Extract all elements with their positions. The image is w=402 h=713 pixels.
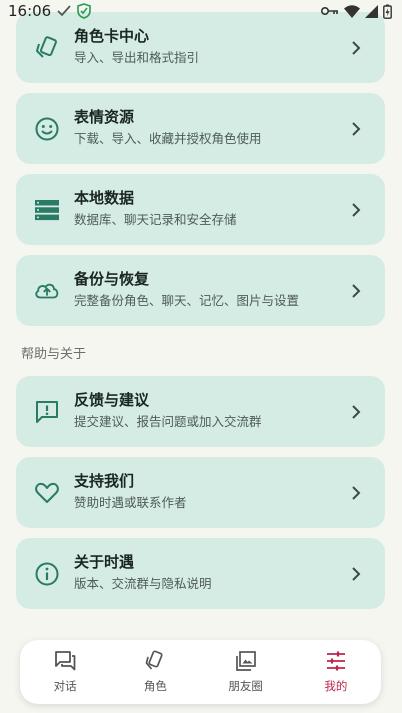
smile-icon — [34, 116, 60, 142]
card-role-center[interactable]: 角色卡中心 导入、导出和格式指引 — [16, 12, 385, 83]
info-icon — [34, 561, 60, 587]
card-title: 角色卡中心 — [74, 27, 150, 45]
card-subtitle: 赞助时遇或联系作者 — [74, 495, 187, 510]
feedback-icon — [34, 399, 60, 425]
nav-item-role[interactable]: 角色 — [110, 640, 200, 704]
card-title: 本地数据 — [74, 189, 135, 207]
chevron-right-icon — [352, 40, 361, 55]
chevron-right-icon — [352, 485, 361, 500]
battery-icon — [383, 4, 392, 19]
key-icon — [321, 7, 338, 15]
nav-item-mine[interactable]: 我的 — [291, 640, 381, 704]
wifi-icon — [344, 4, 360, 18]
cloud-upload-icon — [34, 278, 60, 304]
nav-label: 角色 — [143, 679, 167, 693]
settings-sliders-icon — [326, 651, 345, 671]
card-title: 表情资源 — [74, 108, 135, 126]
nav-label: 朋友圈 — [228, 679, 263, 693]
chevron-right-icon — [352, 121, 361, 136]
bottom-nav: 对话 角色 朋友圈 我的 — [20, 640, 381, 704]
card-subtitle: 数据库、聊天记录和安全存储 — [74, 212, 237, 227]
chevron-right-icon — [352, 202, 361, 217]
chevron-right-icon — [352, 283, 361, 298]
nav-label: 对话 — [53, 679, 77, 693]
status-bar: 16:06 — [0, 0, 402, 22]
section-label-help: 帮助与关于 — [21, 347, 87, 362]
card-local-data[interactable]: 本地数据 数据库、聊天记录和安全存储 — [16, 174, 385, 245]
card-subtitle: 完整备份角色、聊天、记忆、图片与设置 — [74, 293, 300, 308]
card-backup-restore[interactable]: 备份与恢复 完整备份角色、聊天、记忆、图片与设置 — [16, 255, 385, 326]
check-icon — [57, 5, 71, 17]
storage-icon — [34, 197, 60, 223]
card-feedback[interactable]: 反馈与建议 提交建议、报告问题或加入交流群 — [16, 376, 385, 447]
card-title: 支持我们 — [74, 472, 135, 490]
card-subtitle: 提交建议、报告问题或加入交流群 — [74, 414, 262, 429]
status-time: 16:06 — [8, 2, 52, 20]
role-icon — [145, 650, 163, 670]
card-title: 备份与恢复 — [74, 270, 150, 288]
nav-item-chat[interactable]: 对话 — [20, 640, 110, 704]
heart-icon — [34, 480, 60, 506]
chevron-right-icon — [352, 566, 361, 581]
card-subtitle: 版本、交流群与隐私说明 — [74, 576, 212, 591]
card-subtitle: 下载、导入、收藏并授权角色使用 — [74, 131, 262, 146]
card-about[interactable]: 关于时遇 版本、交流群与隐私说明 — [16, 538, 385, 609]
card-title: 反馈与建议 — [74, 391, 150, 409]
card-support-us[interactable]: 支持我们 赞助时遇或联系作者 — [16, 457, 385, 528]
nav-item-moments[interactable]: 朋友圈 — [201, 640, 291, 704]
nav-label: 我的 — [324, 679, 348, 693]
cards-icon — [34, 35, 60, 61]
gallery-icon — [235, 651, 256, 671]
card-title: 关于时遇 — [74, 553, 135, 571]
signal-icon — [365, 4, 378, 18]
chat-icon — [55, 651, 76, 671]
shield-check-icon — [77, 3, 92, 19]
card-subtitle: 导入、导出和格式指引 — [74, 50, 200, 65]
chevron-right-icon — [352, 404, 361, 419]
card-emoji-resources[interactable]: 表情资源 下载、导入、收藏并授权角色使用 — [16, 93, 385, 164]
